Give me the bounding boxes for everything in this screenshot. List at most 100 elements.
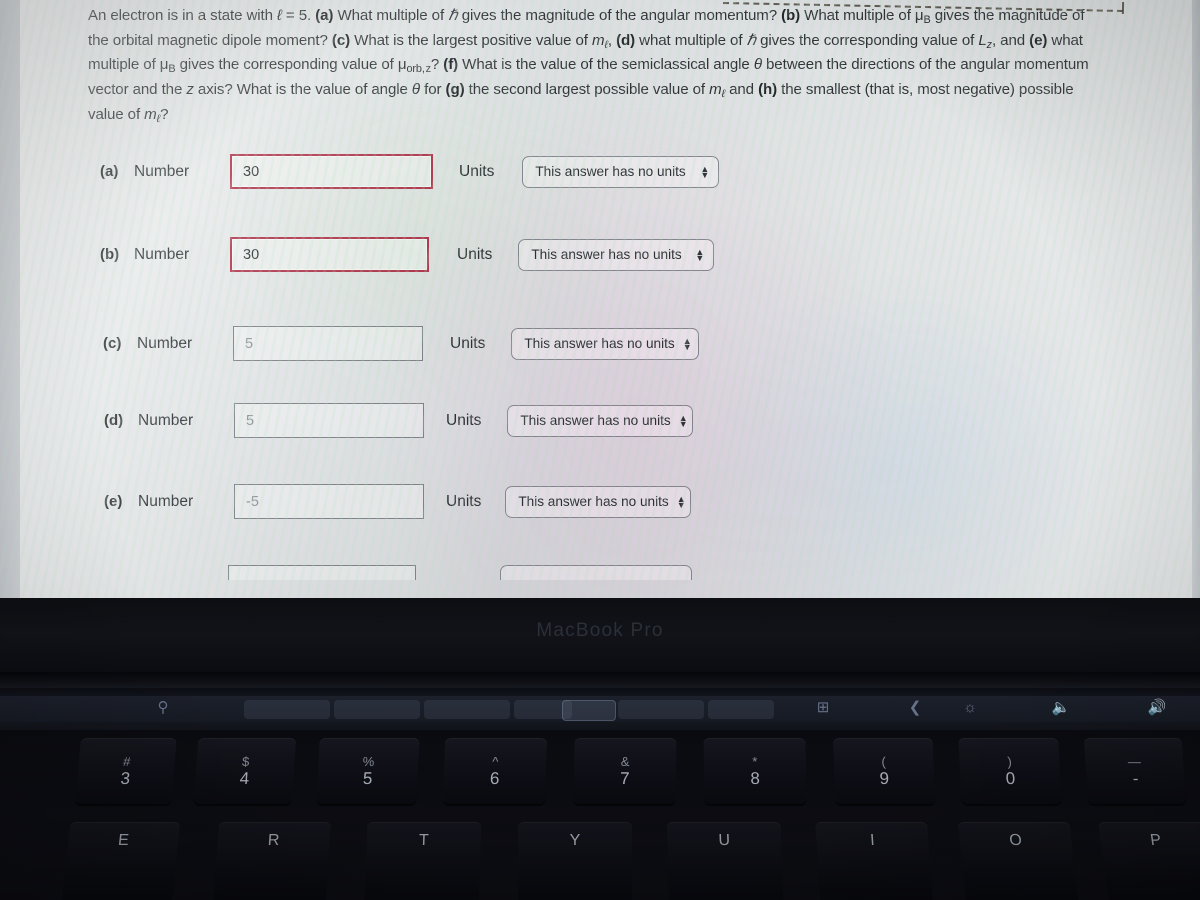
key-lower-label: 7 (619, 769, 630, 788)
number-input-e[interactable]: -5 (234, 484, 424, 519)
stepper-icon[interactable]: ▲ ▼ (679, 413, 688, 428)
answer-row-b: (b) Number 30 Units This answer has no u… (100, 237, 715, 272)
key-4[interactable]: $ 4 (193, 738, 297, 804)
number-input-c[interactable]: 5 (233, 326, 423, 361)
page-right-margin (1192, 0, 1200, 598)
answer-part-label: (a) (100, 163, 119, 180)
units-dropdown-f-partial[interactable] (500, 565, 692, 580)
answer-row-c: (c) Number 5 Units This answer has no un… (103, 326, 700, 361)
key-lower-label: E (117, 832, 130, 849)
number-label: Number (134, 245, 190, 263)
stepper-icon[interactable]: ▲ ▼ (682, 336, 692, 352)
key-upper-label: * (752, 754, 758, 769)
key-lower-label: I (869, 832, 876, 849)
number-input-b[interactable]: 30 (230, 237, 429, 272)
key-5[interactable]: % 5 (316, 738, 420, 804)
brightness-icon[interactable]: ☼ (955, 698, 985, 718)
units-dropdown-a[interactable]: This answer has no units ▲ ▼ (522, 155, 720, 188)
key-lower-label: O (1008, 832, 1023, 849)
laptop-photo: An electron is in a state with ℓ = 5. (a… (0, 0, 1200, 900)
units-dropdown-value: This answer has no units (524, 336, 675, 351)
touch-bar[interactable]: ⚲ ⊞ ❮ ☼ 🔈 🔊 (0, 688, 1200, 730)
number-input-d[interactable]: 5 (234, 403, 424, 438)
spinner-down-icon: ▼ (682, 341, 692, 352)
answer-part-label: (c) (103, 335, 122, 352)
key-0[interactable]: ) 0 (958, 738, 1062, 804)
touch-bar-suggestion[interactable] (618, 700, 704, 719)
key-3[interactable]: # 3 (75, 738, 177, 804)
key-lower-label: R (267, 832, 280, 849)
laptop-screen: An electron is in a state with ℓ = 5. (a… (0, 0, 1200, 598)
key-lower-label: 6 (489, 769, 500, 788)
units-dropdown-c[interactable]: This answer has no units ▲ ▼ (511, 327, 700, 360)
key-7[interactable]: & 7 (573, 738, 677, 804)
key-E[interactable]: E (61, 822, 181, 900)
back-chevron-icon[interactable]: ❮ (900, 698, 930, 718)
answer-row-d: (d) Number 5 Units This answer has no un… (104, 403, 694, 438)
volume-down-icon[interactable]: 🔈 (1046, 698, 1076, 718)
key-lower-label: P (1149, 832, 1163, 849)
units-dropdown-value: This answer has no units (535, 164, 686, 179)
page-left-margin (0, 0, 20, 598)
number-input-f-partial[interactable] (228, 565, 416, 580)
answer-row-e: (e) Number -5 Units This answer has no u… (104, 484, 692, 519)
units-dropdown-e[interactable]: This answer has no units ▲ ▼ (505, 485, 692, 518)
key-lower-label: - (1132, 769, 1140, 788)
number-label: Number (138, 492, 194, 510)
key-upper-label: # (122, 754, 132, 769)
touch-bar-suggestion[interactable] (334, 700, 420, 719)
key-6[interactable]: ^ 6 (442, 738, 548, 804)
laptop-hinge (0, 672, 1200, 688)
question-line-1: An electron is in a state with ℓ = 5. (a… (88, 7, 1089, 125)
key-lower-label: 3 (119, 769, 131, 788)
key-upper-label: $ (241, 754, 250, 769)
units-dropdown-b[interactable]: This answer has no units ▲ ▼ (518, 238, 715, 271)
units-label: Units (459, 162, 495, 180)
answer-part-label: (e) (104, 493, 123, 510)
touch-bar-text-field[interactable] (562, 700, 616, 721)
question-text: An electron is in a state with ℓ = 5. (a… (88, 6, 1100, 129)
key-minus[interactable]: — - (1083, 738, 1187, 804)
key-P[interactable]: P (1098, 822, 1200, 900)
units-label: Units (450, 334, 486, 352)
touch-bar-suggestion[interactable] (244, 700, 330, 719)
new-tab-icon[interactable]: ⊞ (808, 698, 838, 718)
key-T[interactable]: T (364, 822, 482, 900)
laptop-bottom-bezel: MacBook Pro (0, 598, 1200, 680)
touch-bar-suggestion[interactable] (424, 700, 510, 719)
number-label: Number (134, 162, 190, 180)
number-input-a[interactable]: 30 (230, 154, 433, 189)
key-upper-label: % (362, 754, 375, 769)
key-I[interactable]: I (815, 822, 933, 900)
stepper-icon[interactable]: ▲ ▼ (700, 164, 709, 179)
key-Y[interactable]: Y (518, 822, 632, 900)
key-9[interactable]: ( 9 (832, 738, 936, 804)
key-8[interactable]: * 8 (703, 738, 807, 804)
search-icon[interactable]: ⚲ (148, 698, 178, 718)
volume-up-icon[interactable]: 🔊 (1142, 698, 1172, 718)
key-R[interactable]: R (213, 822, 331, 900)
answer-part-label: (d) (104, 412, 124, 429)
key-upper-label: ) (1006, 754, 1013, 769)
key-lower-label: T (418, 832, 429, 849)
stepper-icon[interactable]: ▲ ▼ (677, 494, 686, 509)
key-upper-label: — (1127, 754, 1142, 769)
units-dropdown-d[interactable]: This answer has no units ▲ ▼ (507, 404, 694, 437)
key-upper-label: ^ (492, 754, 499, 769)
units-dropdown-value: This answer has no units (520, 413, 671, 428)
answer-part-label: (b) (100, 246, 120, 263)
key-O[interactable]: O (957, 822, 1079, 900)
units-label: Units (446, 411, 482, 429)
units-dropdown-value: This answer has no units (531, 247, 682, 262)
number-label: Number (137, 334, 193, 352)
key-lower-label: U (718, 832, 731, 849)
touch-bar-suggestion[interactable] (708, 700, 774, 719)
macbook-pro-logo: MacBook Pro (536, 620, 664, 641)
key-lower-label: 5 (362, 769, 373, 788)
number-label: Number (138, 411, 194, 429)
key-lower-label: 8 (750, 769, 761, 788)
stepper-icon[interactable]: ▲ ▼ (695, 247, 704, 262)
key-lower-label: 0 (1005, 769, 1016, 788)
answer-row-a: (a) Number 30 Units This answer has no u… (100, 154, 720, 189)
key-U[interactable]: U (666, 822, 784, 900)
